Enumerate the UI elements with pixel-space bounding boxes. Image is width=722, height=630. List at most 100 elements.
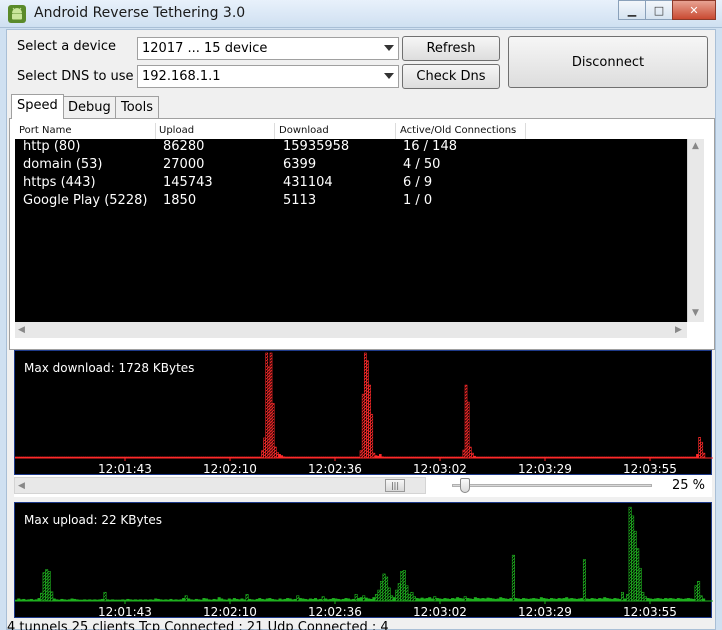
upload-bar	[666, 598, 670, 602]
download-bar	[261, 450, 264, 459]
disconnect-button[interactable]: Disconnect	[508, 36, 708, 88]
download-bar	[415, 456, 419, 459]
upload-bar	[149, 599, 153, 602]
zoom-slider-thumb[interactable]	[460, 478, 470, 493]
download-bar	[361, 393, 365, 459]
zoom-slider-track[interactable]	[452, 484, 652, 487]
table-row[interactable]: Google Play (5228) 1850 5113 1 / 0	[15, 193, 687, 211]
tab-debug[interactable]: Debug	[62, 96, 117, 119]
upload-bar	[483, 598, 488, 602]
download-bar	[130, 456, 134, 459]
upload-bar	[623, 598, 627, 602]
download-bar	[483, 456, 487, 459]
download-bar	[511, 456, 515, 459]
close-button[interactable]: ✕	[672, 0, 716, 20]
maximize-button[interactable]: □	[645, 0, 673, 20]
download-bar	[59, 456, 63, 459]
upload-bar	[443, 598, 447, 602]
download-bar	[370, 413, 374, 459]
upload-bar	[628, 506, 632, 602]
upload-bar	[339, 599, 343, 602]
upload-bar	[478, 598, 482, 602]
dns-select[interactable]: 192.168.1.1	[137, 65, 399, 88]
refresh-button[interactable]: Refresh	[402, 36, 500, 61]
scroll-left-icon[interactable]: ◀	[18, 481, 25, 491]
download-bar	[468, 446, 472, 459]
download-bar	[263, 437, 266, 459]
device-select[interactable]: 12017 ... 15 device	[137, 37, 399, 60]
download-bar	[351, 456, 354, 459]
scroll-right-icon[interactable]: ▶	[675, 325, 682, 335]
download-bar	[659, 456, 663, 459]
table-row[interactable]: http (80) 86280 15935958 16 / 148	[15, 139, 687, 157]
download-bar	[381, 456, 384, 459]
download-bar	[104, 456, 108, 459]
download-bar	[582, 456, 586, 459]
download-bar	[631, 456, 635, 459]
tab-speed[interactable]: Speed	[11, 94, 64, 119]
download-bar	[226, 456, 230, 459]
scroll-up-icon[interactable]: ▲	[692, 141, 699, 151]
download-bar	[83, 456, 86, 459]
download-bar	[550, 456, 554, 459]
column-header-upload[interactable]: Upload	[159, 125, 194, 136]
table-row[interactable]: https (443) 145743 431104 6 / 9	[15, 175, 687, 193]
download-bar	[434, 456, 438, 459]
download-bar	[689, 456, 693, 459]
column-header-download[interactable]: Download	[279, 125, 329, 136]
download-bar	[475, 456, 479, 459]
download-bar	[608, 456, 611, 459]
upload-bar	[585, 598, 589, 602]
android-app-icon	[8, 5, 26, 23]
upload-bar	[225, 599, 229, 602]
download-bar	[627, 456, 631, 459]
download-bar	[117, 456, 121, 459]
upload-bar	[197, 599, 201, 602]
column-header-port[interactable]: Port Name	[19, 125, 72, 136]
upload-bar	[633, 530, 637, 602]
download-bar	[640, 456, 644, 459]
download-bar	[456, 456, 459, 459]
download-bar	[303, 456, 307, 459]
cell-upload: 86280	[163, 139, 205, 154]
upload-bar	[235, 598, 239, 602]
download-bar	[445, 456, 449, 459]
download-bar	[96, 456, 99, 459]
upload-bar	[471, 598, 475, 602]
minimize-button[interactable]: ▁	[618, 0, 646, 20]
upload-bar	[613, 598, 617, 602]
upload-bar	[646, 598, 650, 602]
upload-bar	[433, 596, 437, 602]
upload-bar	[88, 599, 92, 602]
download-bar	[494, 456, 498, 459]
download-bar	[16, 456, 20, 459]
scroll-down-icon[interactable]: ▼	[692, 308, 699, 318]
column-header-connections[interactable]: Active/Old Connections	[400, 125, 516, 136]
check-dns-button[interactable]: Check Dns	[402, 64, 500, 89]
download-bar	[68, 456, 71, 459]
upload-bar	[661, 598, 665, 602]
upload-bar	[27, 599, 31, 602]
dns-select-value: 192.168.1.1	[142, 69, 221, 84]
upload-bar	[255, 598, 259, 602]
upload-bar	[217, 597, 221, 602]
upload-bar	[177, 599, 181, 602]
table-horizontal-scrollbar[interactable]: ◀ ▶	[15, 322, 687, 338]
table-row[interactable]: domain (53) 27000 6399 4 / 50	[15, 157, 687, 175]
tab-tools[interactable]: Tools	[115, 96, 160, 119]
download-bar	[179, 456, 183, 459]
download-bar	[299, 456, 303, 459]
upload-bar	[686, 598, 690, 602]
chart-horizontal-scrollbar[interactable]: ◀ |||	[14, 477, 426, 494]
scroll-left-icon[interactable]: ◀	[18, 325, 25, 335]
upload-bar	[595, 598, 599, 602]
download-bar	[531, 456, 534, 459]
main-client-area: Select a device 12017 ... 15 device Refr…	[6, 29, 716, 630]
download-bar	[89, 456, 93, 459]
scrollbar-thumb[interactable]: |||	[385, 479, 405, 492]
download-bar	[338, 456, 341, 459]
table-vertical-scrollbar[interactable]: ▲ ▼	[687, 139, 704, 322]
upload-bar	[331, 598, 335, 602]
download-bar	[396, 456, 399, 459]
upload-bar	[296, 595, 300, 602]
